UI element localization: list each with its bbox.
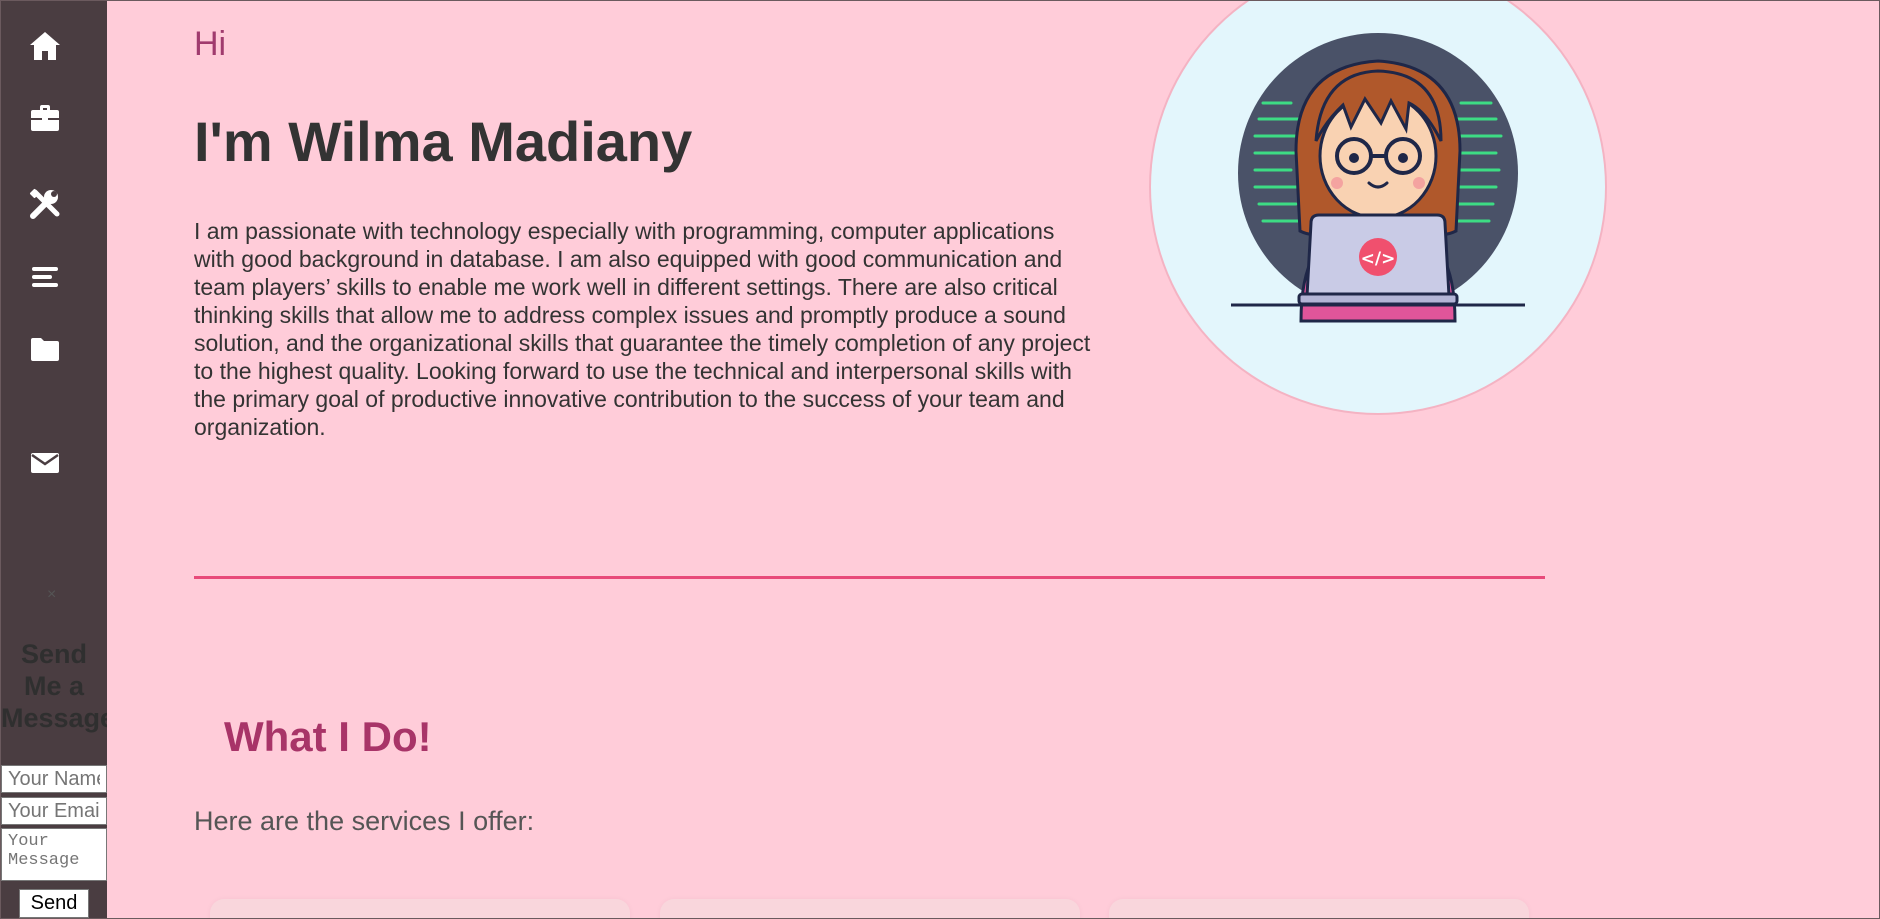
page: × Send Me a Message Send Hi I'm Wilma Ma… — [0, 0, 1880, 919]
section-divider — [194, 576, 1545, 579]
services-title: What I Do! — [224, 713, 432, 760]
message-form-title: Send Me a Message — [1, 639, 107, 733]
greeting: Hi — [194, 25, 227, 63]
service-card — [210, 899, 630, 918]
home-icon[interactable] — [27, 28, 63, 64]
bio-text: I am passionate with technology especial… — [194, 218, 1091, 440]
services-subtitle: Here are the services I offer: — [194, 806, 535, 836]
close-icon[interactable]: × — [47, 586, 56, 604]
tools-icon[interactable] — [27, 186, 63, 222]
email-field[interactable] — [1, 797, 107, 825]
avatar: </> — [1151, 1, 1605, 413]
send-button[interactable]: Send — [19, 889, 89, 918]
briefcase-icon[interactable] — [27, 100, 63, 136]
folder-icon[interactable] — [27, 331, 63, 367]
service-card — [660, 899, 1080, 918]
menu-lines-icon[interactable] — [27, 259, 63, 295]
envelope-icon[interactable] — [27, 445, 63, 481]
name-field[interactable] — [1, 765, 107, 793]
sidebar: × Send Me a Message Send — [1, 1, 107, 918]
avatar-code-label: </> — [1361, 249, 1396, 269]
message-field[interactable] — [1, 828, 107, 881]
page-title: I'm Wilma Madiany — [194, 110, 693, 173]
service-card — [1109, 899, 1529, 918]
